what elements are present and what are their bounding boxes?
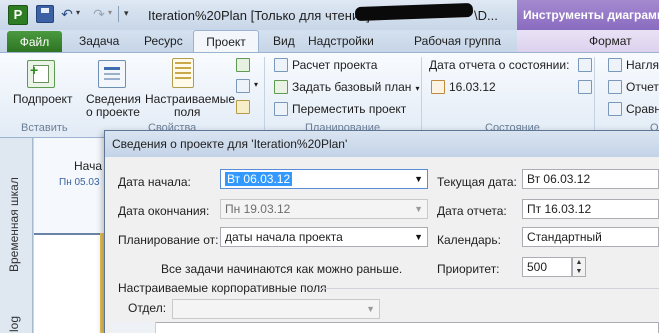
current-date-value: Вт 06.03.12 — [527, 172, 591, 186]
visual-reports-small-icon — [608, 58, 622, 72]
subproject-icon[interactable]: + — [27, 60, 55, 88]
tab-task[interactable]: Задача — [79, 30, 119, 52]
calendar-select[interactable]: Стандартный — [522, 227, 659, 247]
window-title: Iteration%20Plan [Только для чтения] < — [148, 8, 382, 23]
status-date-field[interactable]: Пт 16.03.12 — [522, 199, 659, 219]
toolbar-separator — [118, 6, 119, 22]
chevron-down-icon: ▼ — [366, 304, 375, 314]
compare-icon — [608, 102, 622, 116]
calculate-project-label: Расчет проекта — [292, 58, 378, 72]
priority-value: 500 — [527, 260, 548, 274]
baseline-dropdown-icon: ▾ — [415, 84, 420, 93]
ribbon-separator — [421, 57, 422, 133]
reports-button[interactable]: Отчет — [608, 80, 659, 98]
baseline-icon — [274, 80, 288, 94]
grid-header-cell — [112, 322, 156, 333]
move-project-label: Переместить проект — [292, 102, 407, 116]
custom-fields-line2[interactable]: поля — [174, 106, 200, 119]
finish-date-value: Пн 19.03.12 — [225, 202, 291, 216]
visual-reports-icon[interactable] — [578, 58, 592, 72]
ribbon-separator — [594, 57, 595, 133]
tab-file[interactable]: Файл — [7, 31, 62, 52]
spin-down-icon[interactable]: ▼ — [573, 267, 585, 276]
chevron-down-icon[interactable]: ▼ — [414, 174, 423, 184]
finish-date-field[interactable]: Пн 19.03.12 ▼ — [220, 199, 428, 219]
reports-label: Отчет — [626, 80, 659, 94]
reports-small-icon — [608, 80, 622, 94]
tab-project[interactable]: Проект — [193, 30, 259, 52]
spin-up-icon[interactable]: ▲ — [573, 258, 585, 267]
tab-format[interactable]: Формат — [589, 30, 632, 52]
status-date-title: Дата отчета о состоянии: — [429, 58, 570, 72]
calculate-project-button[interactable]: Расчет проекта — [274, 58, 377, 76]
move-project-button[interactable]: Переместить проект — [274, 102, 406, 120]
timeline-view-label[interactable]: Временная шкал — [3, 150, 27, 272]
project-app-icon[interactable]: P — [8, 5, 28, 25]
calculate-icon — [274, 58, 288, 72]
project-info-line2[interactable]: о проекте — [86, 106, 140, 119]
priority-label: Приоритет: — [437, 262, 500, 276]
set-baseline-label: Задать базовый план — [292, 80, 412, 94]
chevron-down-icon[interactable]: ▼ — [414, 232, 423, 242]
priority-input[interactable]: 500 — [522, 257, 572, 277]
compare-projects-button[interactable]: Сравн — [608, 102, 659, 120]
wbs-dropdown-icon[interactable]: ▾ — [254, 80, 258, 89]
department-select[interactable]: ▼ — [172, 299, 380, 319]
set-baseline-button[interactable]: Задать базовый план ▾ — [274, 80, 419, 98]
visual-reports-label: Нагля — [626, 58, 659, 72]
redo-dropdown-icon[interactable]: ▾ — [108, 8, 112, 17]
department-label: Отдел: — [128, 301, 167, 315]
contextual-tab-background — [517, 30, 659, 52]
group-label-insert: Вставить — [21, 122, 68, 134]
calendar-value: Стандартный — [527, 230, 602, 244]
custom-fields-icon[interactable] — [172, 58, 194, 88]
tab-resource[interactable]: Ресурс — [144, 30, 183, 52]
undo-icon[interactable]: ↶ — [58, 5, 76, 23]
current-date-label: Текущая дата: — [437, 175, 517, 189]
change-working-time-icon[interactable] — [236, 100, 250, 114]
subproject-button[interactable]: Подпроект — [13, 93, 72, 106]
wbs-icon[interactable] — [236, 79, 250, 93]
status-date-label: Дата отчета: — [437, 204, 507, 218]
tab-view[interactable]: Вид — [273, 30, 295, 52]
schedule-note: Все задачи начинаются как можно раньше. — [161, 262, 403, 276]
visual-reports-button[interactable]: Нагля — [608, 58, 659, 76]
schedule-from-select[interactable]: даты начала проекта ▼ — [220, 227, 428, 247]
compare-label: Сравн — [626, 102, 659, 116]
priority-spinner[interactable]: ▲ ▼ — [572, 257, 586, 277]
start-date-label: Дата начала: — [118, 175, 191, 189]
timeline-start-label: Нача — [74, 159, 103, 173]
redo-icon[interactable]: ↷ — [90, 5, 108, 23]
move-project-icon — [274, 102, 288, 116]
timeline-start-date: Пн 05.03 — [59, 177, 100, 188]
contextual-tools-label: Инструменты диаграммы — [517, 0, 659, 30]
schedule-from-label: Планирование от: — [118, 233, 219, 247]
current-date-field[interactable]: Вт 06.03.12 — [522, 169, 659, 189]
calendar-label: Календарь: — [437, 233, 501, 247]
dialog-title: Сведения о проекте для 'Iteration%20Plan… — [112, 137, 348, 151]
save-icon[interactable] — [36, 5, 54, 23]
enterprise-fields-header: Настраиваемые корпоративные поля — [118, 281, 327, 295]
finish-date-label: Дата окончания: — [118, 204, 210, 218]
tab-team[interactable]: Рабочая группа — [414, 30, 501, 52]
status-date-value: 16.03.12 — [449, 80, 496, 94]
links-icon[interactable] — [236, 58, 250, 72]
status-date-field-value: Пт 16.03.12 — [527, 202, 592, 216]
schedule-from-value: даты начала проекта — [225, 230, 343, 244]
tab-addins[interactable]: Надстройки — [308, 30, 374, 52]
start-date-field[interactable]: Вт 06.03.12 ▼ — [220, 169, 428, 189]
section-divider — [320, 288, 659, 289]
window-title-tail: \D... — [474, 8, 498, 23]
reports-icon[interactable] — [578, 80, 592, 94]
custom-fields-grid[interactable] — [112, 322, 659, 333]
project-info-icon[interactable] — [98, 60, 126, 88]
start-date-value: Вт 06.03.12 — [225, 172, 293, 186]
ribbon-separator — [264, 57, 265, 133]
customize-toolbar-icon[interactable]: ▾ — [124, 8, 129, 19]
undo-dropdown-icon[interactable]: ▾ — [76, 8, 80, 17]
calendar-icon — [431, 80, 445, 94]
status-date-button[interactable]: 16.03.12 — [431, 80, 496, 98]
chevron-down-icon: ▼ — [414, 204, 423, 214]
